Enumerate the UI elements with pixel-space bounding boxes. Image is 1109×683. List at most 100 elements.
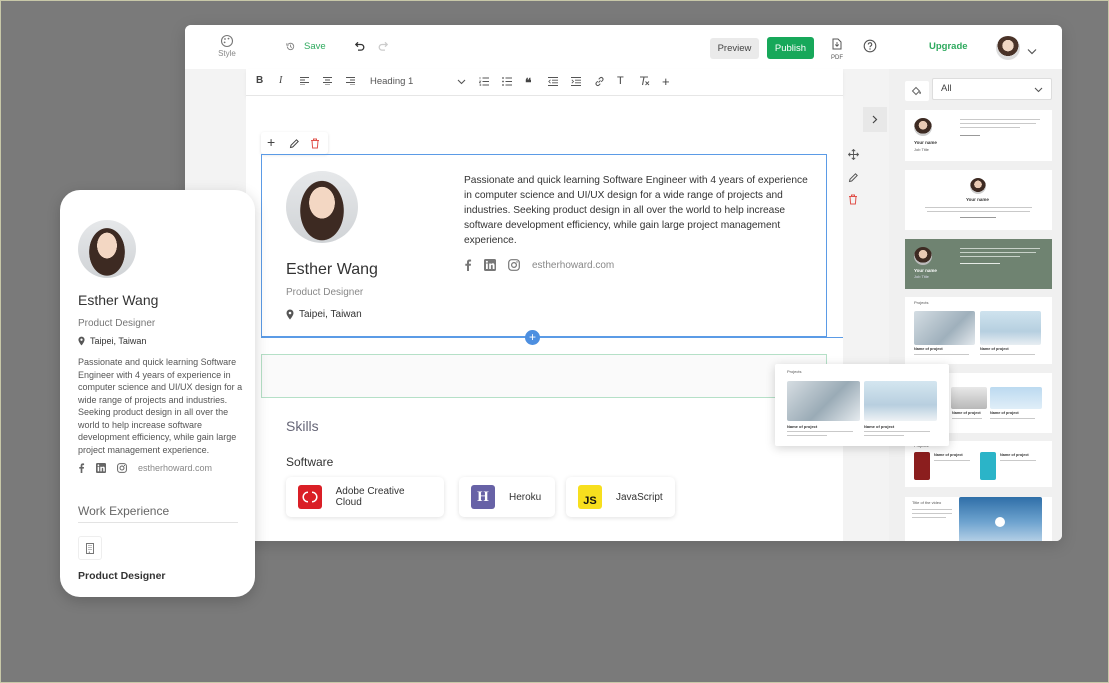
mobile-profile-name: Esther Wang	[78, 292, 159, 308]
collapse-panel-button[interactable]	[863, 107, 887, 132]
bullet-list-icon[interactable]	[502, 77, 512, 89]
play-icon	[995, 517, 1005, 527]
skill-label: JavaScript	[616, 491, 663, 503]
history-icon	[286, 42, 295, 51]
website-link[interactable]: estherhoward.com	[138, 463, 212, 473]
top-bar: Style Save Preview Publish PDF Upgrade	[185, 25, 1062, 69]
instagram-icon[interactable]	[117, 463, 127, 473]
download-file-icon	[832, 38, 842, 50]
profile-block[interactable]: Esther Wang Product Designer Taipei, Tai…	[261, 154, 827, 337]
template-project-name: Name of project	[934, 453, 963, 457]
outdent-icon[interactable]	[548, 77, 558, 89]
style-button[interactable]: Style	[215, 34, 239, 58]
work-experience-heading: Work Experience	[78, 504, 170, 518]
bold-button[interactable]: B	[256, 75, 263, 86]
add-icon[interactable]: +	[662, 74, 670, 89]
ordered-list-icon[interactable]	[478, 77, 489, 89]
move-icon[interactable]	[847, 147, 860, 165]
insert-block-button[interactable]: +	[525, 330, 540, 345]
floating-project-image	[864, 381, 937, 421]
template-card[interactable]: Projects Name of project Name of project	[905, 297, 1052, 364]
indent-icon[interactable]	[571, 77, 581, 89]
paint-bucket-icon[interactable]	[905, 81, 929, 101]
delete-icon[interactable]	[310, 136, 320, 154]
facebook-icon[interactable]	[78, 463, 85, 473]
location-pin-icon	[78, 336, 85, 346]
company-logo	[78, 536, 102, 560]
template-project-name: Name of project	[990, 411, 1019, 415]
profile-bio[interactable]: Passionate and quick learning Software E…	[464, 173, 809, 248]
preview-button[interactable]: Preview	[710, 38, 759, 59]
text-style-button[interactable]: T	[617, 75, 624, 87]
heading-select[interactable]: Heading 1	[370, 76, 413, 87]
mobile-preview: Esther Wang Product Designer Taipei, Tai…	[60, 190, 255, 597]
chevron-down-icon[interactable]	[1027, 42, 1037, 60]
heroku-logo-icon: H	[471, 485, 495, 509]
upgrade-link[interactable]: Upgrade	[929, 41, 968, 52]
skill-chip[interactable]: H Heroku	[459, 477, 555, 517]
italic-button[interactable]: I	[279, 75, 282, 86]
template-book-image	[980, 452, 996, 480]
link-icon[interactable]	[594, 76, 605, 90]
quote-icon[interactable]: ❝	[525, 76, 531, 90]
edit-icon[interactable]	[848, 170, 859, 188]
profile-title[interactable]: Product Designer	[286, 287, 363, 298]
profile-photo[interactable]	[286, 171, 358, 243]
floating-projects-label: Projects	[787, 369, 802, 374]
align-right-icon[interactable]	[346, 77, 355, 88]
add-block-icon[interactable]: +	[267, 134, 275, 150]
template-card[interactable]: Projects Name of project Name of project	[905, 441, 1052, 487]
floating-project-name: Name of project	[864, 424, 895, 429]
user-avatar[interactable]	[996, 36, 1020, 60]
template-card[interactable]: Your name Job Title	[905, 110, 1052, 161]
pdf-download-button[interactable]: PDF	[831, 37, 843, 61]
clear-format-icon[interactable]	[639, 76, 650, 89]
javascript-logo-icon: JS	[578, 485, 602, 509]
skill-chip[interactable]: JS JavaScript	[566, 477, 675, 517]
template-book-image	[914, 452, 930, 480]
help-icon[interactable]	[863, 39, 877, 58]
dragging-template-card[interactable]: Projects Name of project Name of project	[775, 364, 949, 446]
template-avatar	[914, 247, 932, 265]
empty-drop-zone[interactable]	[261, 354, 827, 398]
redo-icon[interactable]	[378, 39, 390, 57]
mobile-profile-title: Product Designer	[78, 318, 156, 329]
profile-name[interactable]: Esther Wang	[286, 261, 378, 279]
undo-icon[interactable]	[353, 39, 365, 57]
template-name: Your name	[914, 140, 937, 145]
template-card[interactable]: Title of the video	[905, 497, 1052, 541]
linkedin-icon[interactable]	[484, 259, 496, 271]
template-card[interactable]: Your name	[905, 170, 1052, 230]
template-project-name: Name of project	[952, 411, 981, 415]
template-project-image	[951, 387, 987, 409]
skill-chip[interactable]: Adobe Creative Cloud	[286, 477, 444, 517]
instagram-icon[interactable]	[508, 259, 520, 271]
align-left-icon[interactable]	[300, 77, 309, 88]
edit-icon[interactable]	[289, 136, 300, 154]
mobile-profile-location: Taipei, Taiwan	[78, 336, 146, 346]
save-button[interactable]: Save	[285, 41, 326, 52]
save-label: Save	[304, 41, 326, 52]
template-card[interactable]: Your name Job Title	[905, 239, 1052, 289]
style-label: Style	[218, 49, 236, 58]
template-project-image	[914, 311, 975, 345]
chevron-down-icon[interactable]	[457, 77, 466, 88]
software-heading[interactable]: Software	[286, 455, 333, 469]
divider	[78, 522, 238, 523]
website-link[interactable]: estherhoward.com	[532, 260, 614, 271]
template-project-image	[980, 311, 1041, 345]
template-filter-select[interactable]: All	[932, 78, 1052, 100]
delete-icon[interactable]	[848, 192, 858, 210]
template-name: Your name	[914, 268, 937, 273]
skills-heading[interactable]: Skills	[286, 418, 319, 434]
location-text: Taipei, Taiwan	[90, 336, 147, 346]
mobile-profile-bio: Passionate and quick learning Software E…	[78, 357, 243, 455]
chevron-down-icon	[1034, 85, 1043, 96]
align-center-icon[interactable]	[323, 77, 332, 88]
facebook-icon[interactable]	[464, 259, 472, 271]
profile-location[interactable]: Taipei, Taiwan	[286, 309, 362, 320]
template-video-title: Title of the video	[912, 500, 942, 505]
publish-button[interactable]: Publish	[767, 37, 814, 59]
chevron-right-icon	[872, 115, 878, 124]
linkedin-icon[interactable]	[96, 463, 106, 473]
